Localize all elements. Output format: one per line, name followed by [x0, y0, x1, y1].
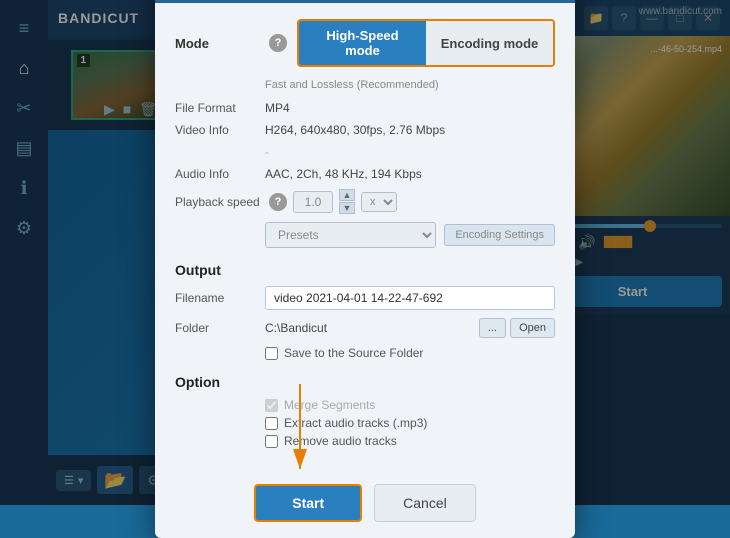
save-source-row: Save to the Source Folder: [265, 346, 555, 360]
dash-row: -: [175, 145, 555, 159]
speed-up-arrow[interactable]: ▲: [339, 189, 355, 201]
video-info-value: H264, 640x480, 30fps, 2.76 Mbps: [265, 123, 445, 137]
mode-buttons: High-Speed mode Encoding mode: [297, 19, 555, 67]
mode-row: Mode ? High-Speed mode Encoding mode: [175, 19, 555, 67]
save-source-checkbox[interactable]: [265, 347, 278, 360]
high-speed-mode-button[interactable]: High-Speed mode: [299, 21, 426, 65]
mode-label: Mode: [175, 36, 255, 51]
folder-open-button[interactable]: Open: [510, 318, 555, 338]
file-format-label: File Format: [175, 101, 265, 115]
speed-down-arrow[interactable]: ▼: [339, 202, 355, 214]
audio-info-row: Audio Info AAC, 2Ch, 48 KHz, 194 Kbps: [175, 167, 555, 181]
modal-footer: Start Cancel: [155, 484, 575, 522]
audio-info-value: AAC, 2Ch, 48 KHz, 194 Kbps: [265, 167, 422, 181]
arrow-annotation: [275, 374, 325, 484]
modal-dialog: BANDICUT ✕ Mode ? High-Speed mode Encodi…: [155, 0, 575, 538]
encoding-settings-button[interactable]: Encoding Settings: [444, 224, 555, 246]
playback-help-icon[interactable]: ?: [269, 193, 287, 211]
speed-info: Fast and Lossless (Recommended): [175, 79, 555, 91]
speed-input[interactable]: [293, 191, 333, 213]
mode-help-icon[interactable]: ?: [269, 34, 287, 52]
file-format-value: MP4: [265, 101, 290, 115]
presets-select[interactable]: Presets: [265, 222, 436, 248]
filename-input[interactable]: [265, 286, 555, 310]
folder-dots-button[interactable]: ...: [479, 318, 506, 338]
speed-controls: ▲ ▼ x: [293, 189, 397, 214]
speed-arrows: ▲ ▼: [339, 189, 355, 214]
folder-path: C:\Bandicut: [265, 321, 475, 335]
modal-body: Mode ? High-Speed mode Encoding mode Fas…: [155, 3, 575, 468]
video-info-row: Video Info H264, 640x480, 30fps, 2.76 Mb…: [175, 123, 555, 137]
audio-info-label: Audio Info: [175, 167, 265, 181]
modal-overlay: BANDICUT ✕ Mode ? High-Speed mode Encodi…: [0, 0, 730, 505]
file-format-row: File Format MP4: [175, 101, 555, 115]
playback-speed-label: Playback speed: [175, 195, 265, 209]
video-info-label: Video Info: [175, 123, 265, 137]
filename-label: Filename: [175, 291, 265, 305]
encoding-mode-button[interactable]: Encoding mode: [426, 21, 553, 65]
presets-row: Presets Encoding Settings: [175, 222, 555, 248]
filename-row: Filename: [175, 286, 555, 310]
save-source-label: Save to the Source Folder: [284, 346, 423, 360]
speed-select[interactable]: x: [361, 192, 397, 212]
dash-value: -: [265, 145, 269, 159]
playback-speed-row: Playback speed ? ▲ ▼ x: [175, 189, 555, 214]
option-header: Option: [175, 374, 555, 390]
start-button[interactable]: Start: [254, 484, 362, 522]
cancel-button[interactable]: Cancel: [374, 484, 476, 522]
folder-label: Folder: [175, 321, 265, 335]
folder-row: Folder C:\Bandicut ... Open: [175, 318, 555, 338]
output-header: Output: [175, 262, 555, 278]
